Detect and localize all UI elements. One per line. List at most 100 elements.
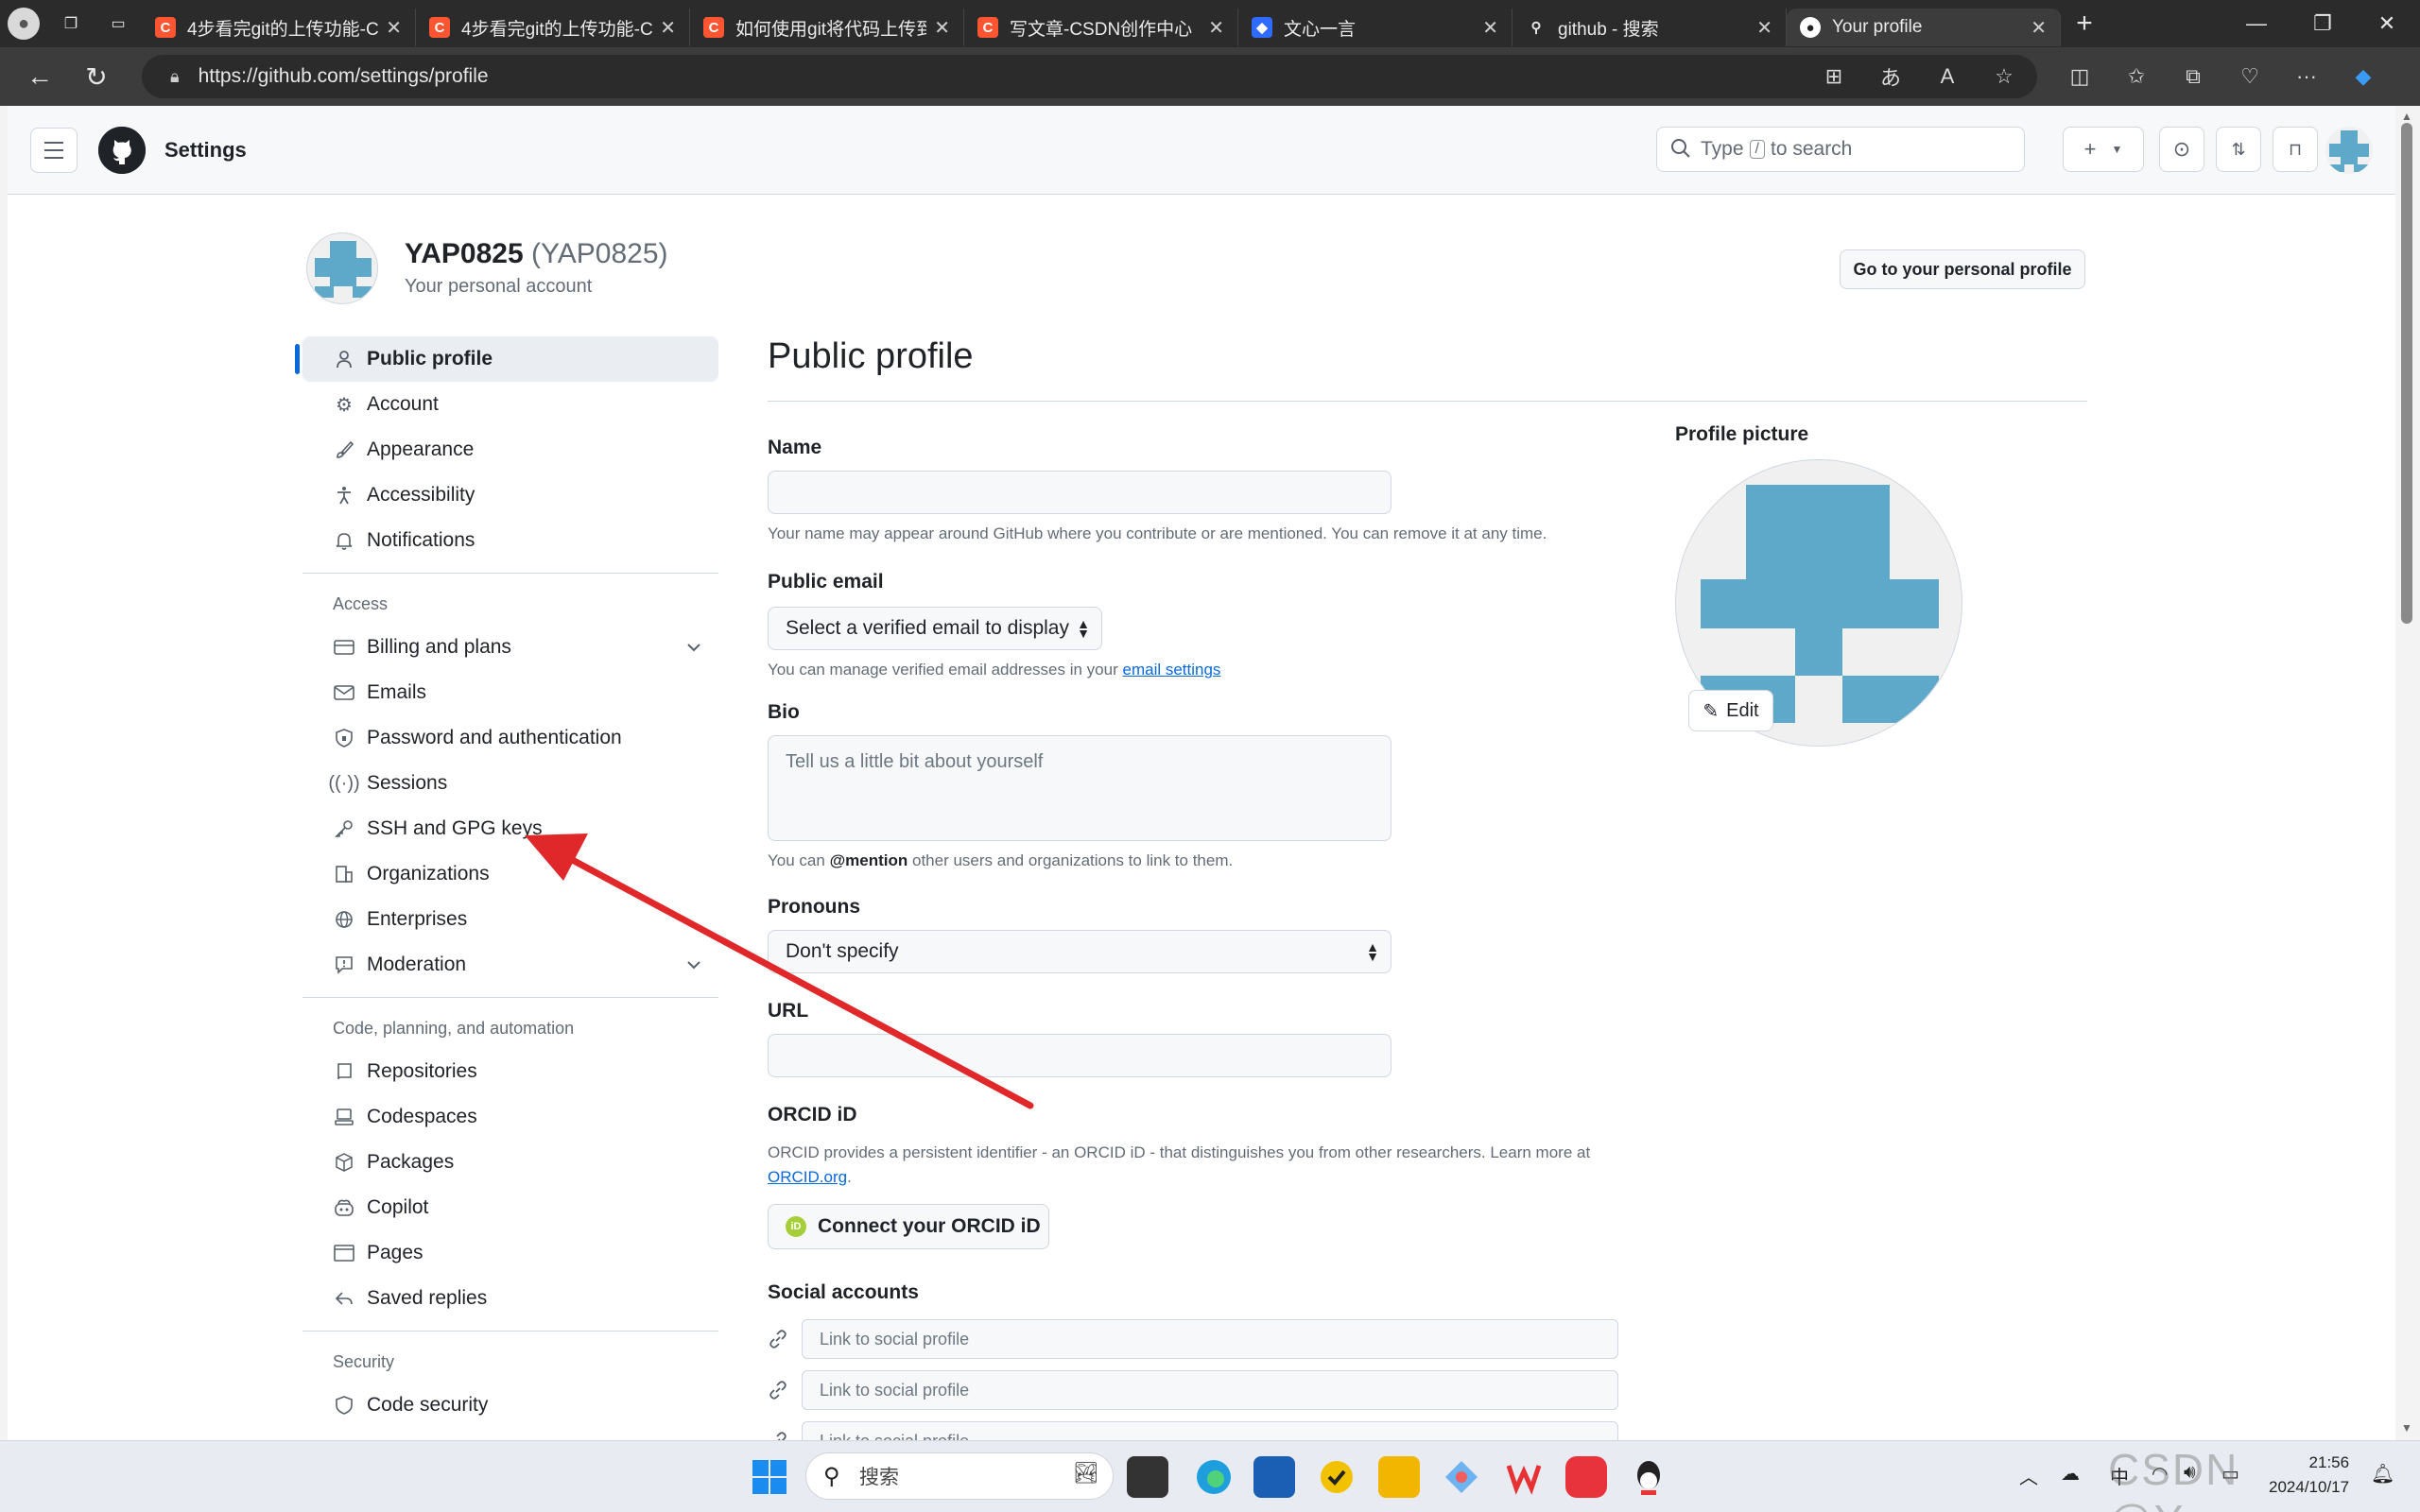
go-to-profile-button[interactable]: Go to your personal profile: [1840, 249, 2085, 289]
browser-tab-active[interactable]: ● Your profile ✕: [1787, 9, 2061, 46]
sidebar-item-codespaces[interactable]: Codespaces: [302, 1094, 718, 1140]
create-new-button[interactable]: + ▼: [2063, 127, 2144, 172]
tab-actions-button[interactable]: ▭: [95, 0, 142, 47]
workspaces-button[interactable]: ❐: [47, 0, 95, 47]
inbox-icon: ⊓: [2288, 139, 2303, 159]
sidebar-item-appearance[interactable]: Appearance: [302, 427, 718, 472]
name-label: Name: [768, 437, 822, 458]
store-icon[interactable]: [1253, 1456, 1295, 1498]
sidebar-item-code-security[interactable]: Code security: [302, 1383, 718, 1428]
select-arrows-icon: ▲ ▼: [1077, 616, 1090, 641]
sidebar-item-copilot[interactable]: Copilot: [302, 1185, 718, 1230]
pull-requests-button[interactable]: ⇅: [2216, 127, 2261, 172]
issues-button[interactable]: ⊙: [2159, 127, 2204, 172]
sidebar-item-password[interactable]: Password and authentication: [302, 715, 718, 761]
chevron-down-icon[interactable]: [683, 636, 705, 659]
url-input[interactable]: [768, 1034, 1392, 1077]
netease-music-icon[interactable]: [1565, 1456, 1607, 1498]
public-email-select[interactable]: Select a verified email to display ▲ ▼: [768, 607, 1102, 650]
close-tab-icon[interactable]: ✕: [660, 16, 676, 40]
qq-icon[interactable]: [1628, 1456, 1669, 1498]
sidebar-item-saved-replies[interactable]: Saved replies: [302, 1276, 718, 1321]
sidebar-item-accessibility[interactable]: Accessibility: [302, 472, 718, 518]
read-aloud-icon[interactable]: A: [1919, 47, 1976, 106]
social-link-input[interactable]: Link to social profile: [802, 1319, 1618, 1359]
sidebar-item-ssh-gpg-keys[interactable]: SSH and GPG keys: [302, 806, 718, 851]
browser-profile-button[interactable]: ●: [0, 0, 47, 47]
sidebar-item-emails[interactable]: Emails: [302, 670, 718, 715]
app-available-icon[interactable]: ⊞: [1806, 47, 1862, 106]
copilot-icon[interactable]: ◆: [2335, 47, 2392, 106]
translate-icon[interactable]: あ: [1862, 47, 1919, 106]
minimize-button[interactable]: —: [2223, 0, 2290, 47]
sidebar-item-repositories[interactable]: Repositories: [302, 1049, 718, 1094]
social-link-input[interactable]: Link to social profile: [802, 1370, 1618, 1410]
close-tab-icon[interactable]: ✕: [1208, 16, 1224, 40]
chevron-down-icon[interactable]: [683, 954, 705, 976]
start-button[interactable]: [749, 1456, 790, 1498]
norton-icon[interactable]: [1316, 1456, 1357, 1498]
taskbar-search[interactable]: ⚲ 搜索 🏞︎: [805, 1452, 1114, 1500]
browser-tab[interactable]: C 4步看完git的上传功能-CS ✕: [416, 9, 690, 46]
scroll-up-icon[interactable]: ▲: [2401, 110, 2412, 123]
address-bar[interactable]: 🔒︎ https://github.com/settings/profile: [142, 55, 2037, 98]
pronouns-label: Pronouns: [768, 896, 860, 918]
sidebar-item-account[interactable]: ⚙ Account: [302, 382, 718, 427]
browser-tab[interactable]: C 如何使用git将代码上传到 ✕: [690, 9, 964, 46]
wps-icon[interactable]: [1503, 1456, 1545, 1498]
browser-essentials-icon[interactable]: ♡: [2221, 47, 2278, 106]
hamburger-menu-button[interactable]: [30, 128, 78, 173]
close-tab-icon[interactable]: ✕: [934, 16, 950, 40]
more-options-icon[interactable]: ···: [2278, 47, 2335, 106]
browser-tab[interactable]: C 写文章-CSDN创作中心 ✕: [964, 9, 1238, 46]
sidebar-item-moderation[interactable]: Moderation: [302, 942, 718, 988]
favorite-star-icon[interactable]: ☆: [1976, 47, 2032, 106]
github-logo-icon[interactable]: [98, 127, 146, 174]
browser-tab[interactable]: ◆ 文心一言 ✕: [1238, 9, 1512, 46]
sidebar-item-notifications[interactable]: Notifications: [302, 518, 718, 563]
scrollbar-thumb[interactable]: [2401, 123, 2412, 624]
back-button[interactable]: ←: [11, 48, 68, 105]
name-input[interactable]: [768, 471, 1392, 514]
split-screen-icon[interactable]: ◫: [2051, 47, 2108, 106]
close-tab-icon[interactable]: ✕: [1482, 16, 1498, 40]
new-tab-button[interactable]: +: [2061, 0, 2108, 47]
sidebar-item-billing[interactable]: Billing and plans: [302, 625, 718, 670]
select-arrows-icon: ▲ ▼: [1366, 939, 1379, 964]
pronouns-select[interactable]: Don't specify ▲ ▼: [768, 930, 1392, 973]
file-explorer-icon[interactable]: [1378, 1456, 1420, 1498]
app-icon[interactable]: [1441, 1456, 1482, 1498]
reload-button[interactable]: ↻: [68, 48, 125, 105]
task-view-icon[interactable]: [1127, 1456, 1168, 1498]
sidebar-item-organizations[interactable]: Organizations: [302, 851, 718, 897]
close-tab-icon[interactable]: ✕: [2031, 16, 2047, 40]
user-avatar[interactable]: [2325, 127, 2373, 174]
sidebar-item-public-profile[interactable]: Public profile: [295, 336, 718, 382]
tray-overflow-icon[interactable]: ︿: [2019, 1462, 2038, 1489]
sidebar-item-packages[interactable]: Packages: [302, 1140, 718, 1185]
browser-tab[interactable]: ⚲ github - 搜索 ✕: [1512, 9, 1787, 46]
email-settings-link[interactable]: email settings: [1123, 661, 1221, 679]
sidebar-item-enterprises[interactable]: Enterprises: [302, 897, 718, 942]
orcid-link[interactable]: ORCID.org: [768, 1168, 847, 1186]
edit-picture-button[interactable]: ✎ Edit: [1688, 690, 1773, 731]
lock-icon: 🔒︎: [170, 66, 180, 86]
close-window-button[interactable]: ✕: [2354, 0, 2420, 47]
edge-icon[interactable]: [1193, 1456, 1235, 1498]
search-icon: ⚲: [823, 1464, 840, 1489]
browser-tab[interactable]: C 4步看完git的上传功能-CS ✕: [142, 9, 416, 46]
connect-orcid-button[interactable]: iD Connect your ORCID iD: [768, 1204, 1049, 1249]
collections-icon[interactable]: ⧉: [2165, 47, 2221, 106]
scroll-down-icon[interactable]: ▼: [2401, 1421, 2412, 1435]
close-tab-icon[interactable]: ✕: [386, 16, 402, 40]
onedrive-icon[interactable]: ☁: [2061, 1462, 2080, 1486]
social-link-input[interactable]: Link to social profile: [802, 1421, 1618, 1440]
favorites-icon[interactable]: ✩: [2108, 47, 2165, 106]
sidebar-item-pages[interactable]: Pages: [302, 1230, 718, 1276]
close-tab-icon[interactable]: ✕: [1756, 16, 1772, 40]
restore-button[interactable]: ❐: [2290, 0, 2356, 47]
sidebar-item-sessions[interactable]: ((·)) Sessions: [302, 761, 718, 806]
search-input[interactable]: Type / to search: [1656, 127, 2025, 172]
inbox-button[interactable]: ⊓: [2273, 127, 2318, 172]
bio-textarea[interactable]: Tell us a little bit about yourself: [768, 735, 1392, 841]
